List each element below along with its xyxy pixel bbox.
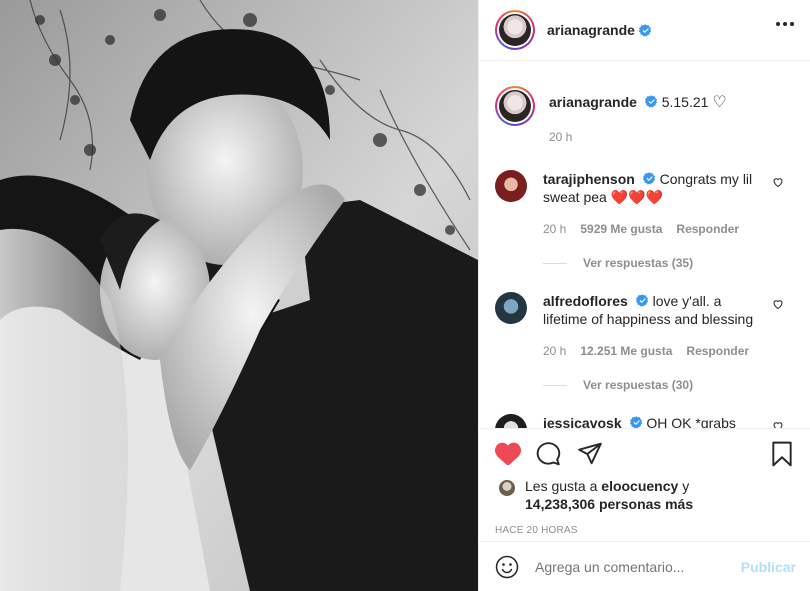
comment-time: 20 h (543, 222, 567, 236)
view-replies-button[interactable]: Ver respuestas (30) (543, 378, 794, 392)
post-sidebar: arianagrande arianagrande 5.15.21 ♡ 20 h… (478, 0, 810, 591)
comment-input[interactable] (535, 558, 735, 575)
verified-badge-icon (642, 172, 655, 185)
caption-text: 5.15.21 (661, 94, 709, 110)
more-options-icon[interactable] (776, 22, 794, 26)
comment-username[interactable]: jessicavosk (543, 415, 622, 428)
comment-username[interactable]: alfredoflores (543, 293, 628, 309)
heart-filled-icon[interactable] (495, 441, 521, 467)
post-modal: arianagrande arianagrande 5.15.21 ♡ 20 h… (0, 0, 810, 591)
comment-item: alfredoflores love y'all. a lifetime of … (495, 292, 794, 360)
comment-time: 20 h (543, 344, 567, 358)
caption-username[interactable]: arianagrande (549, 94, 637, 110)
comment-item: jessicavosk OH OK *grabs (495, 414, 794, 428)
verified-badge-icon (629, 416, 642, 428)
comment-icon[interactable] (536, 441, 562, 467)
bookmark-icon[interactable] (770, 441, 794, 467)
comment-username[interactable]: tarajiphenson (543, 171, 635, 187)
caption-avatar[interactable] (495, 86, 535, 126)
emoji-icon[interactable] (495, 555, 519, 579)
publish-button[interactable]: Publicar (741, 559, 796, 575)
likes-summary: Les gusta a eloocuency y 14,238,306 pers… (495, 477, 794, 513)
verified-badge-icon (635, 294, 648, 307)
post-timestamp[interactable]: HACE 20 HORAS (495, 525, 794, 536)
verified-badge-icon (638, 23, 652, 36)
comment-like-icon[interactable] (772, 298, 784, 310)
comment-item: tarajiphenson Congrats my lil sweat pea … (495, 170, 794, 238)
reply-button[interactable]: Responder (686, 342, 749, 360)
post-actions: Les gusta a eloocuency y 14,238,306 pers… (479, 428, 810, 541)
reply-button[interactable]: Responder (676, 220, 739, 238)
post-photo[interactable] (0, 0, 478, 591)
comment-like-icon[interactable] (772, 176, 784, 188)
liker-username[interactable]: eloocuency (601, 478, 678, 494)
likes-prefix: Les gusta a (525, 478, 602, 494)
view-replies-button[interactable]: Ver respuestas (35) (543, 256, 794, 270)
author-username[interactable]: arianagrande (547, 22, 635, 38)
liker-avatar[interactable] (497, 478, 517, 498)
comments-list[interactable]: arianagrande 5.15.21 ♡ 20 h tarajiphenso (479, 62, 810, 428)
post-header: arianagrande (479, 0, 810, 61)
comment-likes[interactable]: 12.251 Me gusta (580, 342, 672, 360)
heart-outline-icon: ♡ (712, 94, 727, 111)
commenter-avatar[interactable] (495, 292, 527, 324)
comment-text: OH OK *grabs (646, 415, 736, 428)
comment-like-icon[interactable] (772, 420, 784, 428)
commenter-avatar[interactable] (495, 170, 527, 202)
verified-badge-icon (644, 95, 657, 108)
caption-time: 20 h (549, 130, 573, 144)
comment-emoji: ❤️❤️❤️ (610, 189, 664, 205)
likes-count[interactable]: 14,238,306 personas más (525, 496, 693, 512)
wedding-kiss-photo (0, 0, 478, 591)
author-avatar[interactable] (495, 10, 535, 50)
likes-middle: y (678, 478, 690, 494)
commenter-avatar[interactable] (495, 414, 527, 428)
share-icon[interactable] (577, 441, 603, 467)
post-caption: arianagrande 5.15.21 ♡ 20 h (495, 62, 794, 144)
comment-likes[interactable]: 5929 Me gusta (580, 220, 662, 238)
add-comment-bar: Publicar (479, 541, 810, 591)
